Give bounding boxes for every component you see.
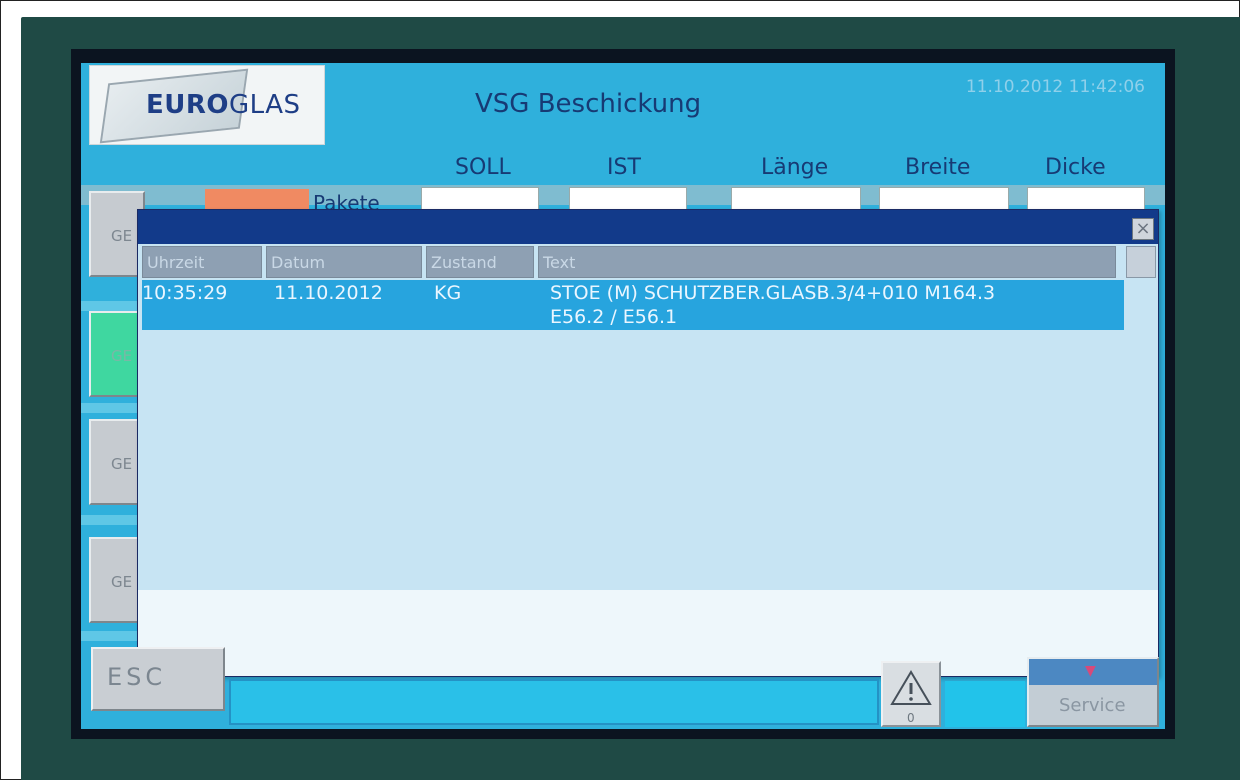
ist-label: IST xyxy=(607,155,641,180)
service-label: Service xyxy=(1059,695,1126,716)
alarm-date: 11.10.2012 xyxy=(274,282,383,304)
alarm-text-continued: E56.2 / E56.1 xyxy=(550,306,678,328)
column-header-datum[interactable]: Datum xyxy=(266,246,422,278)
side-separator xyxy=(81,403,141,413)
dialog-titlebar: × xyxy=(138,210,1158,244)
status-bar xyxy=(229,679,879,725)
logo-text: EUROGLAS xyxy=(146,90,301,120)
alarm-warning-button[interactable]: 0 xyxy=(881,661,941,727)
date-time-display: 11.10.2012 11:42:06 xyxy=(965,77,1145,97)
company-logo: EUROGLAS xyxy=(89,65,325,145)
side-separator xyxy=(81,631,141,641)
photo-frame: EUROGLAS VSG Beschickung 11.10.2012 11:4… xyxy=(0,0,1240,780)
warning-flag-icon: ▼ xyxy=(1085,663,1096,679)
column-header-text[interactable]: Text xyxy=(538,246,1116,278)
column-header-uhrzeit[interactable]: Uhrzeit xyxy=(142,246,262,278)
close-icon[interactable]: × xyxy=(1132,218,1154,240)
status-indicator xyxy=(945,681,1025,727)
alarm-dialog: × Uhrzeit Datum Zustand Text 10:35:29 11… xyxy=(137,209,1159,677)
column-header-strip: SOLL IST Länge Breite Dicke xyxy=(81,155,1165,185)
page-title: VSG Beschickung xyxy=(475,89,702,119)
laenge-label: Länge xyxy=(761,155,829,180)
alarm-table-header: Uhrzeit Datum Zustand Text xyxy=(142,246,1124,278)
dicke-label: Dicke xyxy=(1045,155,1106,180)
breite-label: Breite xyxy=(905,155,971,180)
alarm-state: KG xyxy=(434,282,462,304)
alarm-row[interactable]: 10:35:29 11.10.2012 KG STOE (M) SCHUTZBE… xyxy=(142,280,1124,330)
side-separator xyxy=(81,515,141,525)
service-header: ▼ xyxy=(1029,659,1157,685)
scrollbar-corner[interactable] xyxy=(1126,246,1156,278)
warning-triangle-icon xyxy=(890,670,932,705)
esc-button[interactable]: ESC xyxy=(91,647,225,711)
column-header-zustand[interactable]: Zustand xyxy=(426,246,534,278)
alarm-text: STOE (M) SCHUTZBER.GLASB.3/4+010 M164.3 xyxy=(550,282,996,304)
dialog-footer xyxy=(138,590,1158,676)
alarm-time: 10:35:29 xyxy=(142,282,228,304)
soll-label: SOLL xyxy=(455,155,511,180)
hmi-screen: EUROGLAS VSG Beschickung 11.10.2012 11:4… xyxy=(81,63,1165,729)
side-separator xyxy=(81,301,141,311)
warning-count: 0 xyxy=(907,711,915,725)
service-button[interactable]: ▼ Service xyxy=(1027,657,1159,727)
